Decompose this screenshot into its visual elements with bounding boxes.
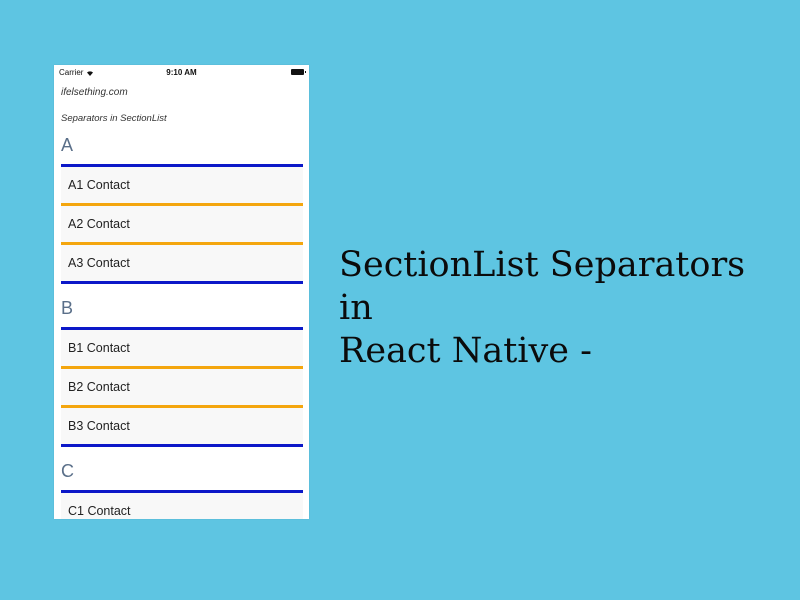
list-item[interactable]: C1 Contact [61,493,303,519]
item-label: A3 Contact [68,256,130,270]
list-item[interactable]: A3 Contact [61,245,303,281]
list-item[interactable]: B1 Contact [61,330,303,366]
battery-icon [291,69,306,75]
list-item[interactable]: B3 Contact [61,408,303,444]
item-label: B3 Contact [68,419,130,433]
item-label: A1 Contact [68,178,130,192]
section-title: C [61,461,74,481]
list-item[interactable]: A1 Contact [61,167,303,203]
item-label: B1 Contact [68,341,130,355]
item-label: C1 Contact [68,504,131,518]
headline-line-1: SectionList Separators in [339,245,746,328]
status-bar: Carrier 9:10 AM [54,65,309,81]
headline: SectionList Separators in React Native - [339,244,789,373]
status-time: 9:10 AM [166,68,197,77]
section-title: A [61,135,74,155]
section-title: B [61,298,74,318]
list-item[interactable]: B2 Contact [61,369,303,405]
item-label: A2 Contact [68,217,130,231]
section-header-a: A [54,134,309,164]
section-header-b: B [54,297,309,327]
list-item[interactable]: A2 Contact [61,206,303,242]
headline-line-2: React Native - [339,331,592,371]
screen-subtitle: Separators in SectionList [61,113,167,124]
site-label: ifelsething.com [61,87,128,98]
item-label: B2 Contact [68,380,130,394]
section-header-c: C [54,460,309,490]
phone-screen: Carrier 9:10 AM ifelsething.com Separato… [54,65,309,519]
section-list[interactable]: A A1 Contact A2 Contact A3 Contact B B1 … [54,134,309,519]
